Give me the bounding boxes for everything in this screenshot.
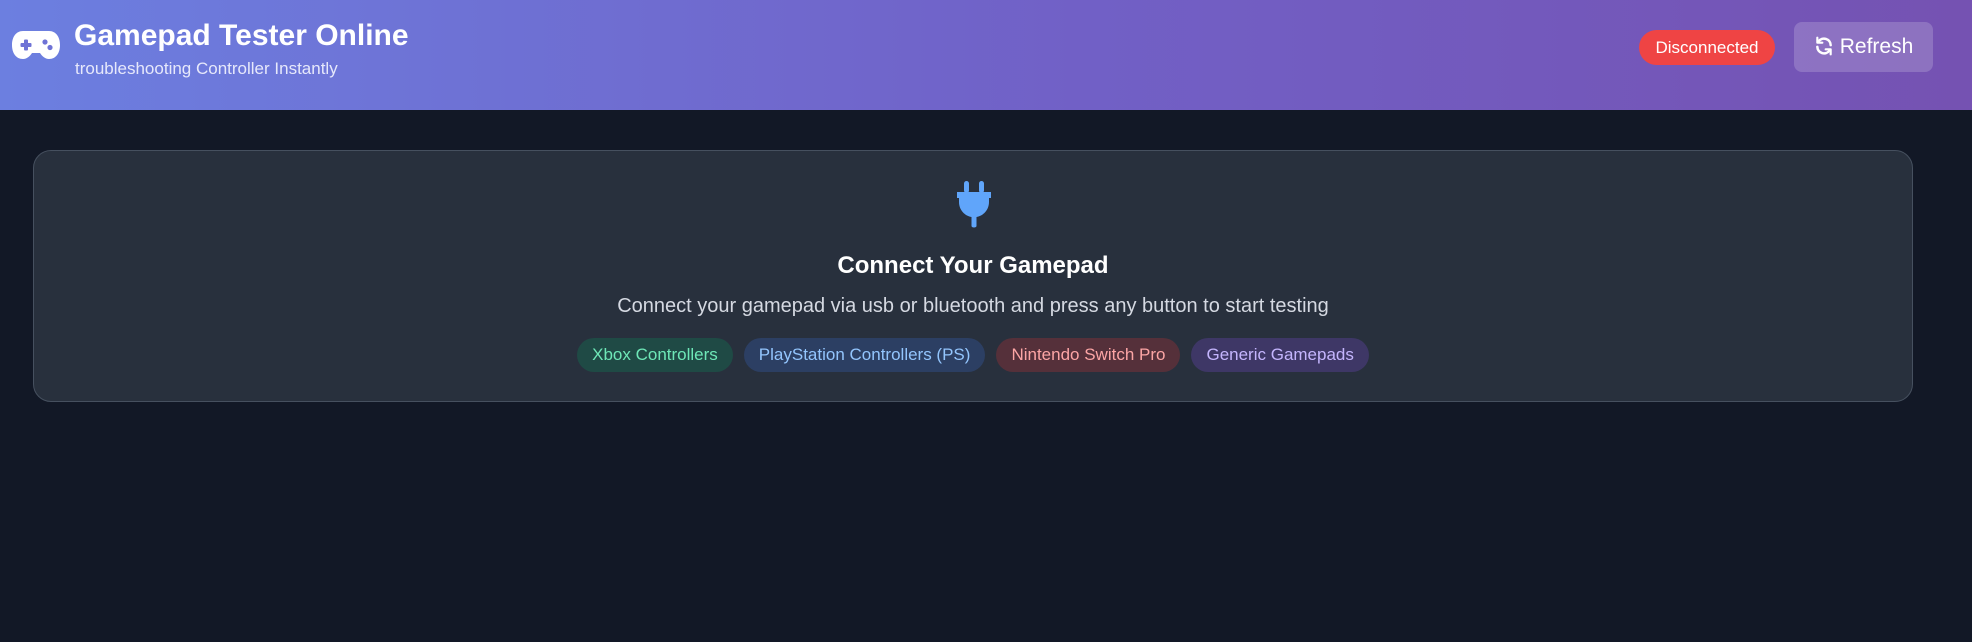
app-title: Gamepad Tester Online [74, 19, 409, 52]
chip-generic-gamepads: Generic Gamepads [1191, 338, 1369, 372]
supported-controllers-list: Xbox Controllers PlayStation Controllers… [34, 338, 1912, 372]
connect-gamepad-card: Connect Your Gamepad Connect your gamepa… [33, 150, 1913, 402]
gamepad-icon [12, 31, 60, 59]
chip-nintendo-switch-pro: Nintendo Switch Pro [996, 338, 1181, 372]
card-title: Connect Your Gamepad [837, 252, 1109, 279]
app-subtitle: troubleshooting Controller Instantly [75, 59, 338, 78]
refresh-button[interactable]: Refresh [1794, 22, 1933, 72]
card-description: Connect your gamepad via usb or bluetoot… [617, 295, 1329, 317]
connection-status-badge: Disconnected [1639, 30, 1775, 65]
chip-playstation-controllers: PlayStation Controllers (PS) [743, 338, 986, 372]
app-header: Gamepad Tester Online troubleshooting Co… [0, 0, 1972, 110]
chip-xbox-controllers: Xbox Controllers [577, 338, 733, 372]
refresh-button-label: Refresh [1839, 35, 1914, 58]
plug-icon [957, 181, 991, 228]
refresh-icon [1815, 36, 1832, 56]
